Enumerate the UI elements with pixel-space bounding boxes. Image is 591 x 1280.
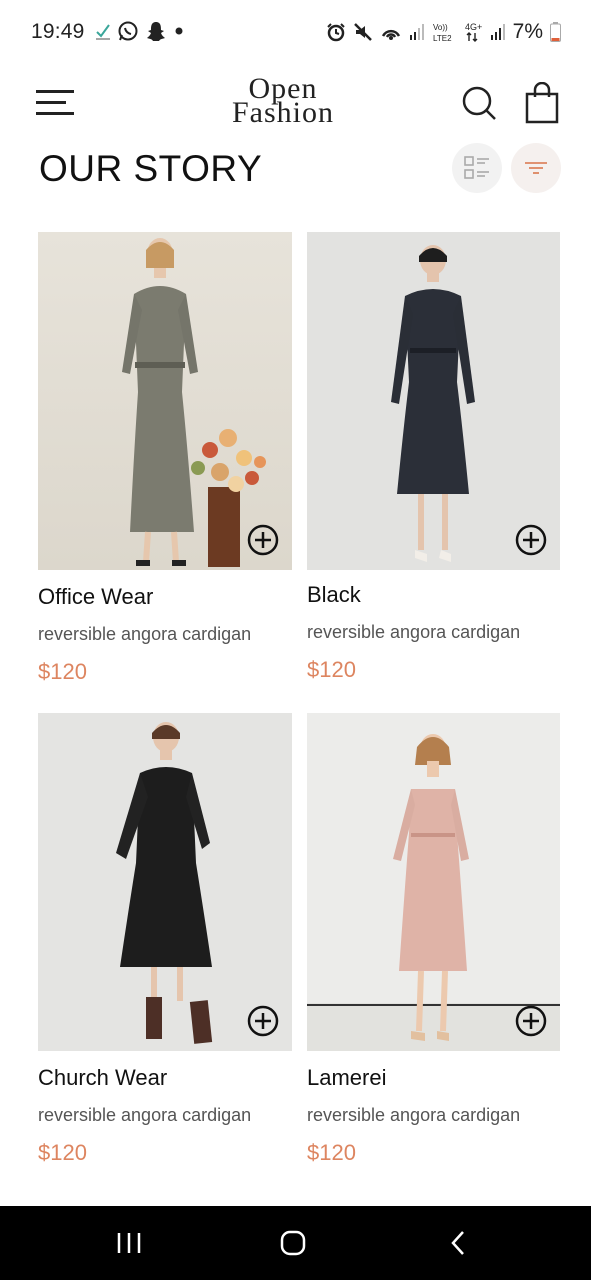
recents-button[interactable] (112, 1228, 146, 1258)
alarm-icon (326, 23, 345, 42)
search-button[interactable] (460, 84, 498, 122)
status-bar: 19:49 Vo)) LTE2 4G+ 7% (0, 0, 591, 64)
product-card[interactable]: Office Wear reversible angora cardigan $… (38, 232, 292, 685)
product-description: reversible angora cardigan (38, 624, 252, 644)
svg-text:4G+: 4G+ (465, 22, 482, 32)
volte-icon: Vo)) LTE2 (433, 23, 452, 43)
app-header: Open Fashion (0, 70, 591, 136)
product-photo (38, 232, 292, 570)
product-price: $120 (307, 1140, 356, 1165)
plus-circle-icon (515, 1005, 547, 1037)
snapchat-icon (147, 22, 165, 41)
home-button[interactable] (276, 1228, 310, 1258)
plus-circle-icon (247, 524, 279, 556)
battery-icon (550, 22, 561, 42)
product-card[interactable]: Lamerei reversible angora cardigan $120 (307, 713, 561, 1166)
add-to-cart-button[interactable] (515, 524, 547, 556)
product-name: Black (307, 582, 361, 607)
filter-button[interactable] (511, 143, 561, 193)
plus-circle-icon (247, 1005, 279, 1037)
product-price: $120 (38, 659, 87, 684)
title-row: OUR STORY (0, 140, 591, 200)
back-button[interactable] (442, 1228, 476, 1258)
add-to-cart-button[interactable] (247, 524, 279, 556)
back-icon (451, 1231, 464, 1255)
product-image[interactable] (307, 713, 560, 1051)
logo-line-2: Fashion (231, 96, 334, 129)
product-card[interactable]: Black reversible angora cardigan $120 (307, 232, 561, 683)
cart-button[interactable] (524, 81, 560, 124)
status-time: 19:49 (31, 20, 85, 43)
home-icon (280, 1230, 306, 1256)
list-view-icon (464, 156, 489, 179)
add-to-cart-button[interactable] (247, 1005, 279, 1037)
signal-icon (409, 24, 424, 40)
plus-circle-icon (515, 524, 547, 556)
product-description: reversible angora cardigan (307, 622, 521, 642)
battery-percent: 7% (512, 20, 543, 43)
svg-text:LTE2: LTE2 (433, 34, 452, 43)
product-card[interactable]: Church Wear reversible angora cardigan $… (38, 713, 292, 1166)
app-logo[interactable]: Open Fashion (216, 74, 350, 134)
menu-button[interactable] (36, 88, 76, 118)
product-price: $120 (307, 657, 356, 682)
product-name: Lamerei (307, 1065, 387, 1090)
product-photo (307, 713, 560, 1051)
view-toggle-button[interactable] (452, 143, 502, 193)
shopping-bag-icon (525, 81, 559, 124)
product-photo (307, 232, 560, 570)
recents-icon (117, 1233, 141, 1253)
product-price: $120 (38, 1140, 87, 1165)
whatsapp-icon (118, 21, 138, 41)
product-description: reversible angora cardigan (38, 1105, 252, 1125)
signal-icon (490, 24, 505, 40)
system-icons: Vo)) LTE2 4G+ 7% (326, 20, 561, 44)
mute-icon (353, 23, 372, 41)
svg-text:Vo)): Vo)) (433, 23, 448, 32)
product-photo (38, 713, 292, 1051)
filter-icon (525, 162, 547, 174)
product-name: Office Wear (38, 584, 154, 609)
product-image[interactable] (38, 232, 292, 570)
system-nav-bar (0, 1206, 591, 1280)
product-image[interactable] (307, 232, 560, 570)
menu-icon (36, 90, 74, 93)
hotspot-icon (381, 29, 400, 40)
product-description: reversible angora cardigan (307, 1105, 521, 1125)
check-icon (96, 24, 110, 40)
add-to-cart-button[interactable] (515, 1005, 547, 1037)
product-name: Church Wear (38, 1065, 168, 1090)
dot-icon (175, 27, 183, 35)
4g-icon: 4G+ (465, 22, 482, 42)
notification-icons (95, 20, 185, 42)
product-image[interactable] (38, 713, 292, 1051)
page-title: OUR STORY (39, 148, 263, 189)
search-icon (462, 86, 496, 120)
